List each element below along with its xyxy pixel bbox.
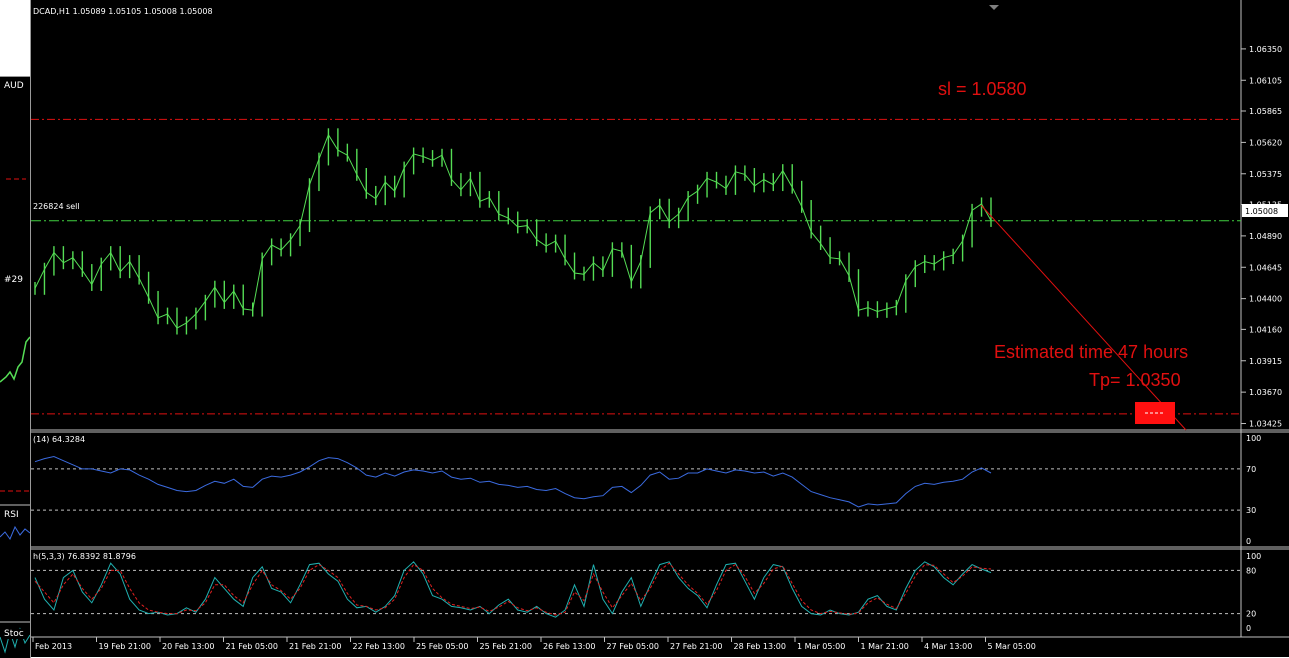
- price-axis-label: 1.06350: [1249, 45, 1282, 54]
- symbol-header: DCAD,H1 1.05089 1.05105 1.05008 1.05008: [33, 7, 213, 16]
- background-order-label: #29: [4, 275, 23, 285]
- stoch-axis-label: 80: [1246, 566, 1256, 575]
- time-axis-label: 27 Feb 21:00: [670, 642, 722, 651]
- time-axis-label: 5 Mar 05:00: [988, 642, 1036, 651]
- price-axis-label: 1.03670: [1249, 388, 1282, 397]
- time-axis-label: 22 Feb 13:00: [353, 642, 405, 651]
- time-axis-label: 25 Feb 21:00: [480, 642, 532, 651]
- background-rsi-line: [0, 525, 30, 541]
- time-axis: Feb 2013 19 Feb 21:00 20 Feb 13:00 21 Feb 0…: [32, 637, 1036, 651]
- time-axis-label: 25 Feb 05:00: [416, 642, 468, 651]
- price-axis-label: 1.05375: [1249, 170, 1282, 179]
- price-axis-label: 1.04160: [1249, 325, 1282, 334]
- price-axis-label: 1.04890: [1249, 232, 1282, 241]
- price-axis-label: 1.03915: [1249, 357, 1282, 366]
- time-axis-label: 19 Feb 21:00: [99, 642, 151, 651]
- estimated-time-annotation: Estimated time 47 hours: [994, 342, 1188, 362]
- chart-canvas[interactable]: DCAD,H1 1.05089 1.05105 1.05008 1.05008 …: [31, 0, 1289, 657]
- price-axis: 1.063501.061051.058651.056201.053751.051…: [1241, 45, 1282, 429]
- price-pane: [31, 118, 1241, 431]
- projection-trend-line[interactable]: [980, 204, 1187, 431]
- rsi-axis-label: 70: [1246, 465, 1256, 474]
- price-axis-label: 1.04400: [1249, 295, 1282, 304]
- stoch-axis-label: 20: [1246, 610, 1256, 619]
- scroll-shift-marker-icon[interactable]: [989, 5, 999, 10]
- stoch-axis-label: 0: [1246, 624, 1251, 633]
- background-price-line: [0, 336, 30, 383]
- chart-window[interactable]: DCAD,H1 1.05089 1.05105 1.05008 1.05008 …: [30, 0, 1289, 657]
- time-axis-label: 4 Mar 13:00: [924, 642, 972, 651]
- chart-frame: [31, 0, 1289, 638]
- background-rsi-label: RSI: [4, 510, 19, 520]
- time-axis-label: 28 Feb 13:00: [734, 642, 786, 651]
- order-label[interactable]: 226824 sell: [33, 202, 80, 211]
- stoch-signal-line: [34, 562, 992, 616]
- time-axis-label: 26 Feb 13:00: [543, 642, 595, 651]
- background-symbol-label: AUD: [4, 81, 24, 91]
- price-axis-label: 1.04645: [1249, 263, 1282, 272]
- rsi-axis-label: 30: [1246, 506, 1256, 515]
- time-axis-label: 1 Mar 21:00: [861, 642, 909, 651]
- stoch-label: h(5,3,3) 76.8392 81.8796: [33, 552, 136, 561]
- price-axis-label: 1.03425: [1249, 420, 1282, 429]
- tp-annotation: Tp= 1.0350: [1089, 370, 1181, 390]
- price-axis-label: 1.06105: [1249, 76, 1282, 85]
- time-axis-label: 20 Feb 13:00: [162, 642, 214, 651]
- background-stoch-label: Stoc: [4, 629, 24, 639]
- current-price-label: 1.05008: [1245, 207, 1278, 216]
- rsi-axis-label: 0: [1246, 537, 1251, 546]
- sl-annotation: sl = 1.0580: [938, 79, 1027, 99]
- rsi-axis-label: 100: [1246, 434, 1261, 443]
- stoch-pane: 100 80 20 0: [31, 552, 1261, 633]
- background-chart-lines: [0, 178, 30, 654]
- stoch-axis-label: 100: [1246, 552, 1261, 561]
- price-axis-label: 1.05865: [1249, 107, 1282, 116]
- time-axis-label: 21 Feb 05:00: [226, 642, 278, 651]
- rsi-label: (14) 64.3284: [33, 435, 85, 444]
- time-axis-label: 1 Mar 05:00: [797, 642, 845, 651]
- background-chart-window: AUD #29 RSI Stoc: [0, 76, 31, 658]
- time-axis-label: 21 Feb 21:00: [289, 642, 341, 651]
- price-axis-label: 1.05620: [1249, 138, 1282, 147]
- time-axis-label: Feb 2013: [35, 642, 72, 651]
- time-axis-label: 27 Feb 05:00: [607, 642, 659, 651]
- price-line: [34, 133, 992, 329]
- rsi-line: [34, 455, 992, 508]
- rsi-pane: 100 70 30 0: [31, 434, 1261, 546]
